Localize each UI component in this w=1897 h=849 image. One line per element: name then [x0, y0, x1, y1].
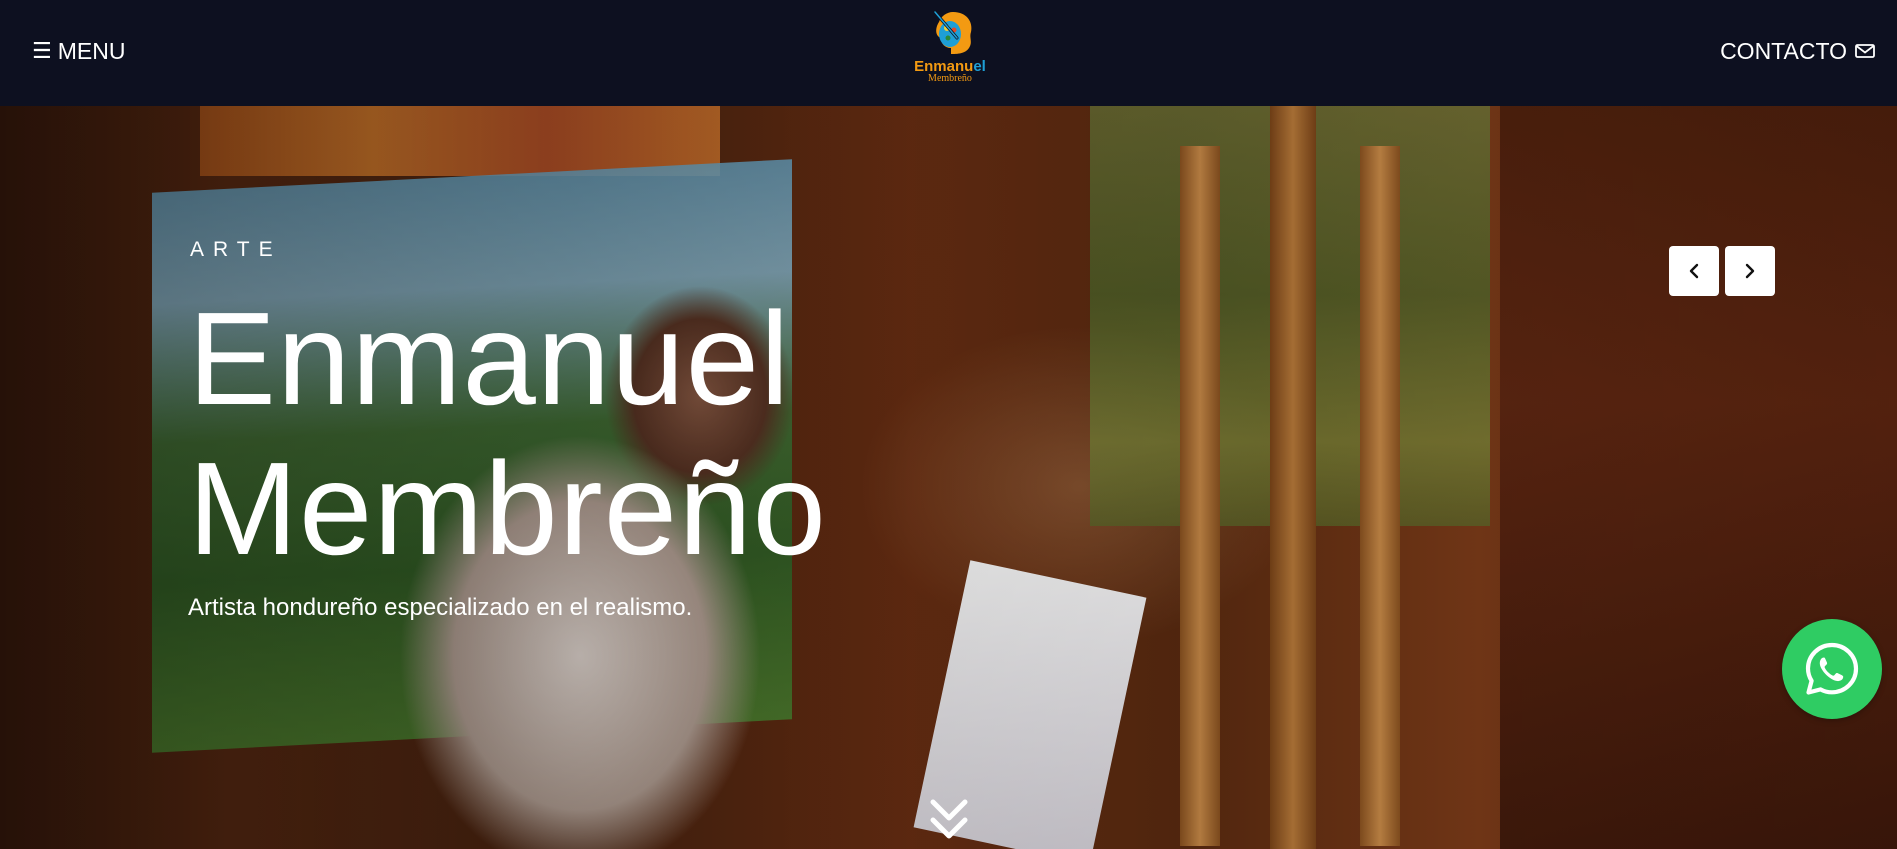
hero-title-line-1: Enmanuel — [188, 285, 791, 432]
hero-slider: ARTE Enmanuel Membreño Artista hondureño… — [0, 106, 1897, 849]
chevron-left-icon — [1689, 263, 1699, 279]
double-chevron-down-icon — [930, 799, 968, 839]
slider-prev-button[interactable] — [1669, 246, 1719, 296]
menu-label: MENU — [57, 37, 126, 64]
logo-subtitle: Membreño — [928, 73, 972, 84]
slider-navigation — [1669, 246, 1775, 296]
hero-title-line-2: Membreño — [188, 435, 827, 582]
chevron-right-icon — [1745, 263, 1755, 279]
whatsapp-icon — [1805, 642, 1859, 695]
contact-label: CONTACTO — [1720, 37, 1847, 64]
slider-next-button[interactable] — [1725, 246, 1775, 296]
hero-eyebrow: ARTE — [190, 238, 282, 261]
mail-icon — [1855, 44, 1875, 58]
whatsapp-button[interactable] — [1782, 619, 1882, 719]
hamburger-icon: ☰ — [32, 38, 52, 63]
hero-title: Enmanuel Membreño — [188, 284, 827, 584]
page: ☰ MENU Enmanuel Membreño CONTACTO ARTE E… — [0, 0, 1897, 849]
site-header: ☰ MENU Enmanuel Membreño CONTACTO — [0, 0, 1897, 106]
menu-button[interactable]: ☰ MENU — [32, 36, 125, 66]
hero-subtitle: Artista hondureño especializado en el re… — [188, 594, 693, 621]
palette-head-icon — [933, 10, 972, 54]
logo-name: Enmanuel — [914, 58, 986, 75]
scroll-down-button[interactable] — [928, 796, 970, 842]
contact-button[interactable]: CONTACTO — [1720, 36, 1875, 66]
hero-text: ARTE Enmanuel Membreño Artista hondureño… — [188, 238, 827, 622]
site-logo[interactable]: Enmanuel Membreño — [908, 8, 992, 88]
